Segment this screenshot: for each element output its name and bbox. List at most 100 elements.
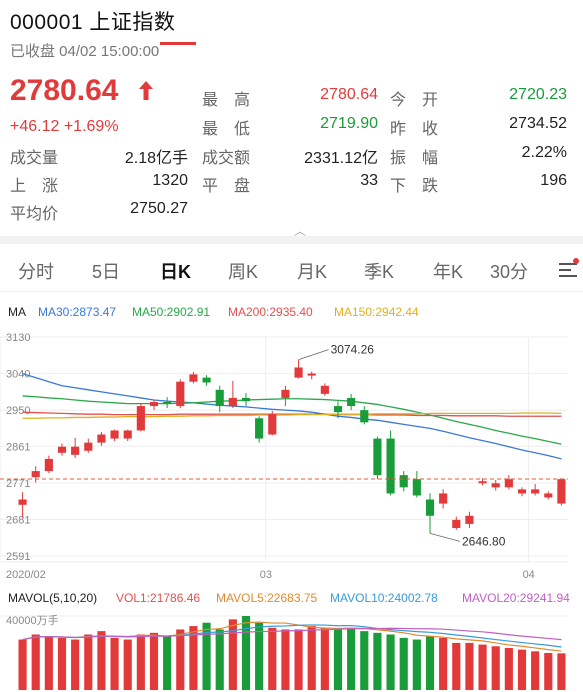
stat-value: 33 — [360, 172, 378, 189]
volume-bar — [307, 626, 316, 690]
volume-bar — [110, 637, 119, 690]
tab-5[interactable]: 季K — [364, 258, 394, 284]
candle-body — [57, 446, 67, 453]
x-tick-label: 03 — [260, 569, 272, 581]
candle-body — [268, 414, 277, 435]
volume-chart[interactable]: 40000万手 — [0, 590, 583, 692]
stat-value: 2.18亿手 — [124, 150, 188, 167]
tab-7[interactable]: 30分 — [490, 258, 528, 284]
candle-body — [465, 515, 474, 524]
volume-bar — [84, 634, 93, 690]
candle-body — [320, 385, 329, 394]
candle-body — [228, 397, 237, 407]
candle-body — [18, 499, 27, 505]
volume-bar — [465, 642, 474, 690]
candle-body — [439, 493, 448, 504]
y-tick-label: 2591 — [6, 551, 30, 563]
current-price: 2780.64 — [10, 74, 119, 107]
candle-body — [110, 430, 119, 439]
y-tick-label: 2861 — [6, 441, 30, 453]
stock-code-name: 000001 上证指数 — [10, 11, 176, 34]
volume-bar — [176, 629, 185, 690]
stat-value: 196 — [540, 172, 567, 189]
volume-bar — [44, 636, 53, 690]
tab-4[interactable]: 月K — [297, 258, 327, 284]
y-tick-label: 2681 — [6, 514, 30, 526]
volume-bar — [136, 634, 145, 690]
stat-label: 上 涨 — [10, 178, 59, 195]
y-tick-label: 2950 — [6, 405, 30, 417]
period-tabs: 分时 5日 日K 周K 月K 季K 年K 30分 — [0, 246, 583, 292]
volume-axis-label: 40000万手 — [6, 613, 59, 627]
volume-bar — [18, 639, 27, 690]
divider — [0, 291, 583, 292]
volume-bar — [255, 622, 264, 690]
tab-6[interactable]: 年K — [433, 258, 463, 284]
stat-label: 最 低 — [202, 121, 251, 138]
volume-bar — [425, 636, 435, 690]
volume-bar — [557, 653, 566, 690]
candle-body — [255, 418, 264, 439]
stat-label: 平均价 — [10, 206, 59, 223]
candle-body — [176, 381, 185, 407]
annotation-label: 2646.80 — [462, 534, 506, 548]
volume-bar — [347, 627, 356, 690]
candle-body — [294, 367, 303, 378]
candle-body — [215, 389, 224, 407]
volume-bar — [281, 629, 290, 690]
volume-bar — [123, 639, 132, 690]
candle-body — [307, 373, 316, 376]
candle-body — [478, 481, 487, 484]
stat-value: 2750.27 — [130, 200, 188, 217]
volume-bar — [320, 627, 329, 690]
candle-body — [517, 489, 527, 494]
stat-value: 2.22% — [521, 144, 567, 161]
tab-0[interactable]: 分时 — [18, 258, 54, 284]
candle-body — [386, 438, 395, 494]
stat-label: 成交额 — [202, 150, 251, 167]
stat-value: 1320 — [152, 172, 188, 189]
candle-body — [504, 479, 513, 488]
volume-bar — [215, 629, 224, 690]
volume-bar — [268, 627, 277, 690]
volume-bar — [452, 642, 461, 690]
candle-body — [373, 438, 382, 476]
volume-bar — [360, 631, 369, 690]
legend-item: MA50:2902.91 — [132, 305, 211, 319]
stock-title: 000001 上证指数 — [10, 6, 175, 36]
market-status: 已收盘 04/02 15:00:00 — [10, 43, 160, 60]
candle-body — [44, 458, 53, 472]
legend-item: MA200:2935.40 — [228, 305, 313, 319]
volume-bar — [386, 634, 395, 690]
volume-bar — [478, 644, 487, 690]
volume-bar — [333, 629, 343, 690]
candle-body — [163, 402, 172, 405]
stat-label: 成交量 — [10, 150, 59, 167]
candle-body — [412, 479, 421, 496]
candle-body — [202, 377, 211, 383]
candle-body — [333, 406, 343, 413]
stat-value: 2331.12亿 — [304, 150, 378, 167]
tab-1[interactable]: 5日 — [92, 258, 120, 284]
tab-2[interactable]: 日K — [160, 258, 191, 284]
stat-label: 平 盘 — [202, 178, 251, 195]
x-tick-label: 04 — [523, 569, 535, 581]
x-tick-label: 2020/02 — [6, 569, 46, 581]
volume-bar — [517, 649, 527, 690]
stat-value: 2720.23 — [509, 86, 567, 103]
candle-body — [84, 442, 93, 451]
settings-menu-icon[interactable] — [556, 258, 580, 282]
stat-label: 今 开 — [390, 92, 439, 109]
candle-body — [491, 483, 500, 488]
tab-3[interactable]: 周K — [228, 258, 258, 284]
volume-bar — [57, 637, 67, 690]
candle-body — [452, 519, 461, 528]
candlestick-chart[interactable]: 31303040295028612771268125912020/02 03 043… — [0, 325, 583, 587]
volume-bar — [439, 637, 448, 690]
volume-bar — [97, 631, 106, 690]
price-change: +46.12 +1.69% — [10, 118, 119, 135]
volume-bar — [399, 637, 408, 690]
candle-body — [557, 479, 566, 504]
stat-label: 下 跌 — [390, 178, 439, 195]
volume-bar — [163, 636, 172, 690]
